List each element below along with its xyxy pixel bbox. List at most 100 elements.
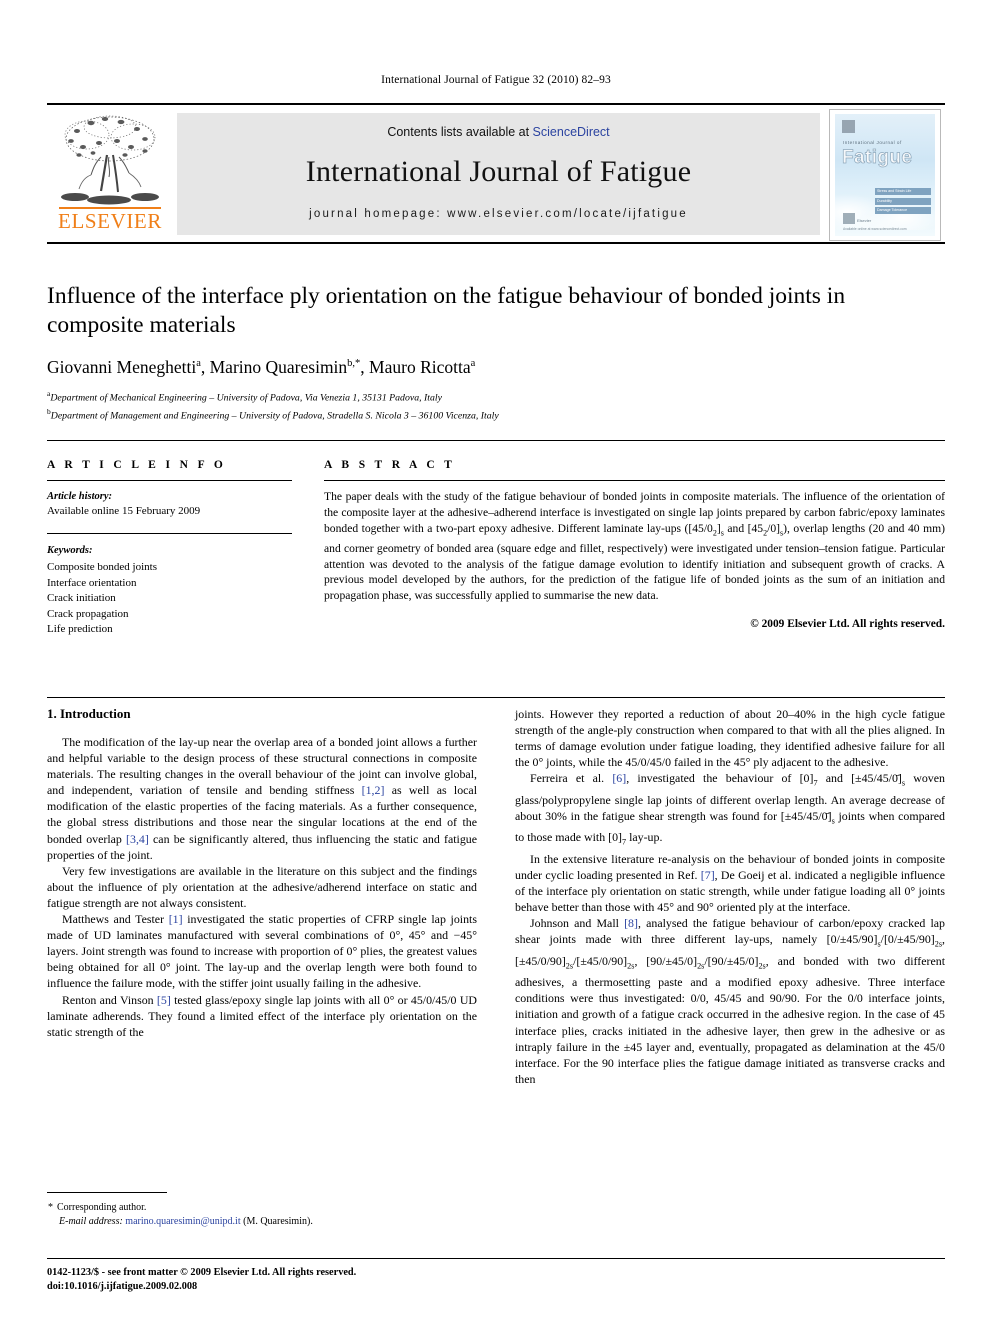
keywords-label: Keywords: [47,545,93,557]
author-mark: a [470,358,476,370]
abstract-seg: /0] [767,521,780,535]
paragraph: Very few investigations are available in… [47,863,477,910]
contents-available-line: Contents lists available at ScienceDirec… [177,125,820,139]
article-history-value: Available online 15 February 2009 [47,505,201,518]
author-name: Marino Quaresimin [209,357,348,377]
author-mark: a [196,358,201,370]
cover-supertitle: International Journal of [843,140,902,145]
para-seg: /[±45/0/90] [573,953,628,968]
journal-band: Contents lists available at ScienceDirec… [177,113,820,235]
journal-title: International Journal of Fatigue [305,155,692,188]
sciencedirect-link[interactable]: ScienceDirect [533,125,610,139]
article-info-heading: A R T I C L E I N F O [47,459,227,471]
para-seg: and [±45/45/0̄] [817,771,902,786]
para-seg: /[0/±45/90] [880,932,935,947]
author-name: Mauro Ricotta [369,357,471,377]
citation-ref[interactable]: [8] [624,916,638,930]
keyword-item: Crack propagation [47,607,129,620]
footnote-email-label: E-mail address: [59,1216,123,1228]
citation-ref[interactable]: [6] [612,771,626,785]
elsevier-tree-icon [61,115,159,205]
citation-ref[interactable]: [7] [701,868,715,882]
journal-masthead: ELSEVIER Contents lists available at Sci… [47,103,945,244]
title-block: Influence of the interface ply orientati… [47,282,945,422]
elsevier-logo: ELSEVIER [51,111,169,237]
cover-bar: Damage Tolerance [875,207,931,214]
citation-ref[interactable]: [3,4] [126,832,149,846]
cover-footer-logo-icon [843,213,855,224]
keywords-list: Composite bonded joints Interface orient… [47,560,292,638]
author-name: Giovanni Meneghetti [47,357,197,377]
info-abstract-band: A R T I C L E I N F O Article history: A… [47,440,945,698]
body-column-left: 1. Introduction The modification of the … [47,706,477,1040]
citation-ref[interactable]: [1] [169,912,183,926]
affiliation-text: Department of Management and Engineering… [50,409,499,421]
para-sub: 2s [758,961,766,971]
affiliation-item: bDepartment of Management and Engineerin… [47,405,945,423]
paragraph: Matthews and Tester [1] investigated the… [47,911,477,991]
cover-footer-mark: Elsevier [857,218,872,223]
article-history-label: Article history: [47,491,113,503]
cover-topic-bars: Stress and Strain Life Durability Damage… [875,188,931,217]
divider [47,533,292,535]
paragraph: In the extensive literature re-analysis … [515,851,945,915]
affiliation-list: aDepartment of Mechanical Engineering – … [47,387,945,422]
para-seg: Johnson and Mall [530,916,625,931]
para-seg: lay-up. [626,830,663,845]
para-seg: /[90/±45/0] [704,953,759,968]
cover-title: Fatigue [842,147,913,169]
paragraph: The modification of the lay-up near the … [47,734,477,863]
paper-page: International Journal of Fatigue 32 (201… [0,0,992,1323]
paragraph: Ferreira et al. [6], investigated the be… [515,770,945,851]
page-footer: 0142-1123/$ - see front matter © 2009 El… [47,1258,945,1293]
para-sub: 2s [934,939,943,949]
contents-prefix: Contents lists available at [387,125,533,139]
abstract-heading: A B S T R A C T [324,459,456,471]
cover-bar: Durability [875,197,931,205]
cover-bar: Stress and Strain Life [875,188,931,195]
footer-doi-line[interactable]: doi:10.1016/j.ijfatigue.2009.02.008 [47,1280,945,1294]
journal-cover-thumbnail[interactable]: International Journal of Fatigue Stress … [829,109,941,241]
running-head: International Journal of Fatigue 32 (201… [381,74,611,86]
para-seg: Ferreira et al. [530,771,613,786]
footnote-email-link[interactable]: marino.quaresimin@unipd.it [125,1216,240,1227]
divider [324,480,945,482]
author-list: Giovanni Meneghettia, Marino Quaresiminb… [47,357,476,377]
paragraph: Johnson and Mall [8], analysed the fatig… [515,915,945,1087]
section-title-introduction: 1. Introduction [47,706,131,721]
para-seg: , investigated the behaviour of [0] [626,771,814,786]
affiliation-text: Department of Mechanical Engineering – U… [50,392,442,404]
footnote-corresponding-text: Corresponding author. [57,1202,147,1214]
abstract-seg: and [45 [723,521,764,535]
para-seg: , and bonded with two different adhesive… [515,953,945,1086]
para-seg: Renton and Vinson [62,992,157,1007]
elsevier-wordmark: ELSEVIER [58,209,162,233]
footnote-email-line: E-mail address: marino.quaresimin@unipd.… [47,1215,477,1229]
body-column-right: joints. However they reported a reductio… [515,706,945,1087]
page-title: Influence of the interface ply orientati… [47,283,846,338]
citation-ref[interactable]: [5] [157,993,171,1007]
para-seg: Matthews and Tester [62,912,169,927]
keyword-item: Composite bonded joints [47,561,157,574]
abstract-column: A B S T R A C T The paper deals with the… [324,459,945,630]
keyword-item: Life prediction [47,623,113,636]
para-seg: , [90/±45/0] [634,953,698,968]
footnote-email-owner: (M. Quaresimin). [243,1216,313,1228]
footer-issn-line: 0142-1123/$ - see front matter © 2009 El… [47,1267,357,1278]
divider [47,480,292,482]
para-sub: 2s [565,961,574,971]
footnote-rule [47,1192,167,1194]
body-columns: 1. Introduction The modification of the … [47,706,945,1221]
article-info-column: A R T I C L E I N F O Article history: A… [47,459,292,638]
corresponding-author-footnote: * Corresponding author. E-mail address: m… [47,1192,477,1230]
abstract-copyright: © 2009 Elsevier Ltd. All rights reserved… [750,618,945,631]
journal-homepage-line[interactable]: journal homepage: www.elsevier.com/locat… [177,208,820,220]
cover-artwork: International Journal of Fatigue Stress … [835,114,935,236]
citation-ref[interactable]: [1,2] [362,783,385,797]
abstract-text: The paper deals with the study of the fa… [324,489,945,604]
footnote-corresponding-line: * Corresponding author. [47,1201,477,1215]
cover-footer-line: Available online at www.sciencedirect.co… [843,227,907,231]
paragraph: Renton and Vinson [5] tested glass/epoxy… [47,992,477,1040]
keyword-item: Crack initiation [47,592,116,605]
cover-elsevier-mark-icon [842,120,855,133]
